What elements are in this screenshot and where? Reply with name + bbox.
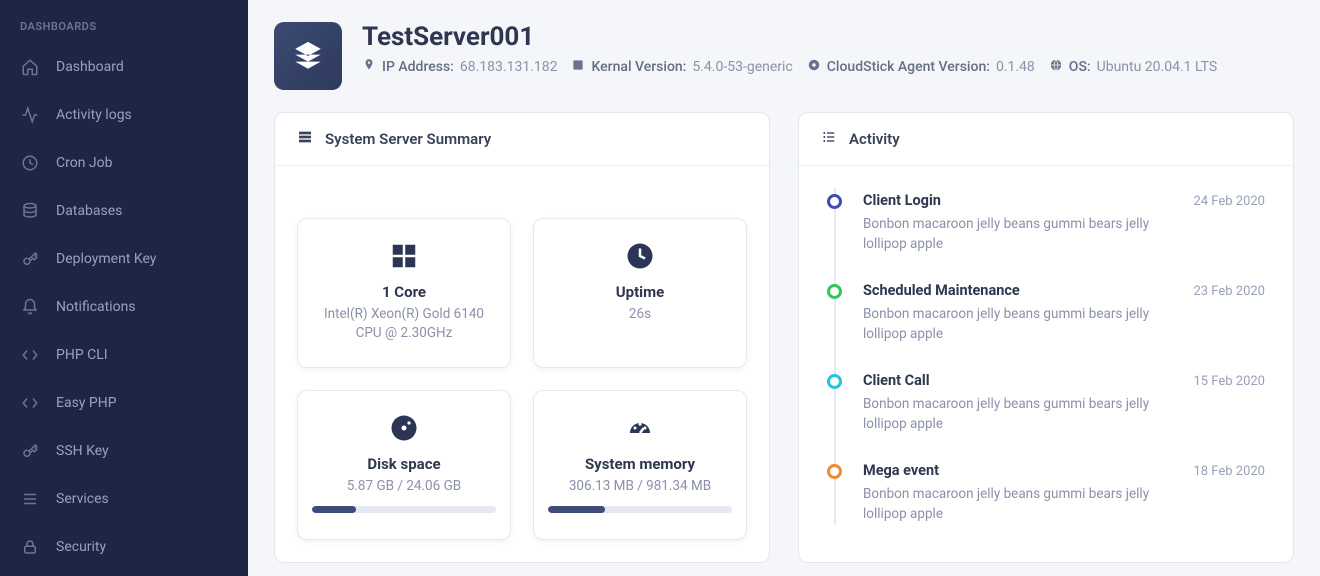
sidebar-item-ssh-key[interactable]: SSH Key [0,427,248,475]
code-icon [20,346,40,364]
bell-icon [20,298,40,316]
server-icon [274,22,342,90]
summary-card-header: System Server Summary [275,113,769,166]
list-icon [821,129,837,149]
database-icon [20,202,40,220]
sidebar-item-php-cli[interactable]: PHP CLI [0,331,248,379]
agent-value: 0.1.48 [996,59,1035,75]
sidebar-item-label: Dashboard [56,59,124,75]
timeline-item-desc: Bonbon macaroon jelly beans gummi bears … [863,485,1183,524]
uptime-title: Uptime [616,283,664,301]
os-value: Ubuntu 20.04.1 LTS [1097,59,1218,75]
sidebar-item-dashboard[interactable]: Dashboard [0,43,248,91]
sidebar-item-label: Deployment Key [56,251,156,267]
key-icon [20,250,40,268]
sidebar-item-label: Easy PHP [56,395,117,411]
sidebar-item-notifications[interactable]: Notifications [0,283,248,331]
disk-title: Disk space [367,455,440,473]
home-icon [20,58,40,76]
sidebar-item-label: PHP CLI [56,347,108,363]
pin-icon [362,58,376,76]
activity-card: Activity Client Login 24 Feb 2020 Bonbon… [798,112,1294,563]
memory-value: 306.13 MB / 981.34 MB [569,477,711,496]
cpu-sub: Intel(R) Xeon(R) Gold 6140 CPU @ 2.30GHz [312,305,496,343]
timeline-item: Client Call 15 Feb 2020 Bonbon macaroon … [827,372,1265,434]
sidebar: DASHBOARDS Dashboard Activity logs Cron … [0,0,248,576]
sidebar-item-databases[interactable]: Databases [0,187,248,235]
memory-title: System memory [585,455,695,473]
activity-timeline: Client Login 24 Feb 2020 Bonbon macaroon… [799,166,1293,525]
summary-card: System Server Summary 1 Core Intel(R) Xe… [274,112,770,563]
timeline-item: Client Login 24 Feb 2020 Bonbon macaroon… [827,192,1265,254]
os-label: OS: [1069,59,1091,75]
timeline-item-date: 24 Feb 2020 [1193,194,1265,209]
stat-memory: System memory 306.13 MB / 981.34 MB [533,390,747,540]
sidebar-item-services[interactable]: Services [0,475,248,523]
timeline-item-desc: Bonbon macaroon jelly beans gummi bears … [863,395,1183,434]
sidebar-item-activity-logs[interactable]: Activity logs [0,91,248,139]
cpu-title: 1 Core [382,283,426,301]
os-icon [1049,58,1063,76]
sidebar-item-easy-php[interactable]: Easy PHP [0,379,248,427]
activity-icon [20,106,40,124]
timeline-item-title: Client Call [863,372,930,389]
disk-icon [387,411,421,445]
list-icon [20,490,40,508]
server-summary-icon [297,129,313,149]
sidebar-item-label: SSH Key [56,443,109,459]
disk-progress [312,506,496,513]
sidebar-item-label: Security [56,539,106,555]
server-meta: IP Address: 68.183.131.182 Kernal Versio… [362,58,1217,76]
activity-card-header: Activity [799,113,1293,166]
timeline-dot [827,284,842,299]
server-header: TestServer001 IP Address: 68.183.131.182… [274,22,1294,90]
kernel-value: 5.4.0-53-generic [692,59,792,75]
sidebar-item-label: Services [56,491,109,507]
sidebar-item-security[interactable]: Security [0,523,248,571]
timeline-item-date: 15 Feb 2020 [1193,374,1265,389]
kernel-icon [571,58,585,76]
ip-label: IP Address: [382,59,454,75]
stat-uptime: Uptime 26s [533,218,747,368]
timeline-item: Scheduled Maintenance 23 Feb 2020 Bonbon… [827,282,1265,344]
sidebar-item-label: Cron Job [56,155,112,171]
timeline-item-title: Scheduled Maintenance [863,282,1020,299]
main-content: TestServer001 IP Address: 68.183.131.182… [248,0,1320,576]
lock-icon [20,538,40,556]
stat-cpu: 1 Core Intel(R) Xeon(R) Gold 6140 CPU @ … [297,218,511,368]
server-name: TestServer001 [362,22,1217,52]
timeline-dot [827,464,842,479]
disk-value: 5.87 GB / 24.06 GB [347,477,461,496]
grid-icon [387,239,421,273]
sidebar-item-label: Databases [56,203,122,219]
summary-title: System Server Summary [325,130,491,148]
timeline-item: Mega event 18 Feb 2020 Bonbon macaroon j… [827,462,1265,524]
kernel-label: Kernal Version: [591,59,686,75]
memory-progress [548,506,732,513]
timeline-dot [827,194,842,209]
timeline-item-title: Mega event [863,462,939,479]
stat-disk: Disk space 5.87 GB / 24.06 GB [297,390,511,540]
sidebar-section-title: DASHBOARDS [0,16,248,43]
code-icon [20,394,40,412]
clock-solid-icon [623,239,657,273]
timeline-dot [827,374,842,389]
agent-icon [807,58,821,76]
uptime-value: 26s [629,305,651,324]
sidebar-item-cron-job[interactable]: Cron Job [0,139,248,187]
timeline-item-desc: Bonbon macaroon jelly beans gummi bears … [863,305,1183,344]
agent-label: CloudStick Agent Version: [827,59,990,75]
timeline-item-date: 18 Feb 2020 [1193,464,1265,479]
sidebar-item-deployment-key[interactable]: Deployment Key [0,235,248,283]
timeline-item-title: Client Login [863,192,941,209]
clock-icon [20,154,40,172]
gauge-icon [623,411,657,445]
sidebar-item-label: Notifications [56,299,136,315]
timeline-item-date: 23 Feb 2020 [1193,284,1265,299]
key-icon [20,442,40,460]
activity-title: Activity [849,130,900,148]
sidebar-item-label: Activity logs [56,107,132,123]
timeline-item-desc: Bonbon macaroon jelly beans gummi bears … [863,215,1183,254]
ip-value: 68.183.131.182 [460,59,558,75]
